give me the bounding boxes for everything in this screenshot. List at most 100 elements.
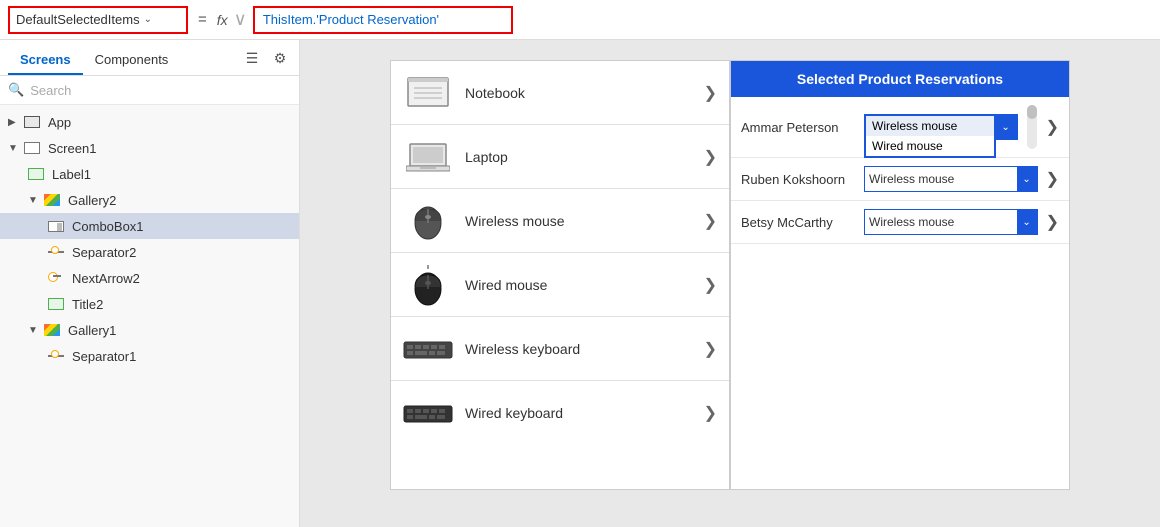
product-name-notebook: Notebook [465,85,692,101]
wireless-mouse-icon [403,201,453,241]
expand-screen1-icon: ▼ [8,143,20,154]
tree-item-screen1-label: Screen1 [48,141,96,156]
formula-value: ThisItem.'Product Reservation' [263,12,439,27]
notebook-icon [403,73,453,113]
fx-icon: fx [217,12,228,28]
combobox-ruben[interactable]: Wireless mouse ⌄ [864,166,1038,192]
formula-bar: fx ∨ ThisItem.'Product Reservation' [217,6,1152,34]
reservation-row-ruben: Ruben Kokshoorn Wireless mouse ⌄ ❯ [731,158,1069,201]
product-item-laptop[interactable]: Laptop ❯ [391,125,729,189]
wired-keyboard-icon [403,393,453,433]
separator2-icon [48,245,64,259]
tree-item-separator1-label: Separator1 [72,349,136,364]
scroll-track [1027,105,1037,149]
reservation-name-ammar: Ammar Peterson [741,120,856,135]
expand-app-icon: ▶ [8,117,20,128]
reservations-panel: Selected Product Reservations Ammar Pete… [730,60,1070,490]
wired-mouse-icon [403,265,453,305]
search-box: 🔍 Search [0,76,299,105]
reservation-row-betsy: Betsy McCarthy Wireless mouse ⌄ ❯ [731,201,1069,244]
tree-item-screen1[interactable]: ▼ Screen1 [0,135,299,161]
combo-betsy-chevron-icon[interactable]: ⌄ [1017,210,1037,234]
canvas-area: Notebook ❯ Laptop ❯ [300,40,1160,527]
tree-item-nextarrow2[interactable]: NextArrow2 [0,265,299,291]
reservations-header: Selected Product Reservations [731,61,1069,97]
tree-item-app[interactable]: ▶ App [0,109,299,135]
wireless-keyboard-arrow-icon: ❯ [704,339,717,359]
product-name-wireless-mouse: Wireless mouse [465,213,692,229]
gallery1-icon [44,324,60,336]
tree-item-separator1[interactable]: Separator1 [0,343,299,369]
reservation-name-betsy: Betsy McCarthy [741,215,856,230]
wired-keyboard-arrow-icon: ❯ [704,403,717,423]
tree-item-combobox1[interactable]: ComboBox1 [0,213,299,239]
ammar-next-arrow-icon[interactable]: ❯ [1046,117,1059,137]
tree-item-nextarrow2-label: NextArrow2 [72,271,140,286]
tree-item-label1[interactable]: Label1 [0,161,299,187]
expand-gallery2-icon: ▼ [28,195,40,206]
betsy-next-arrow-icon[interactable]: ❯ [1046,212,1059,232]
product-item-wireless-mouse[interactable]: Wireless mouse ❯ [391,189,729,253]
label-icon [28,168,44,180]
combo-scroll-indicator [1026,105,1038,149]
combo-expanded-wrapper: Wireless mouse ⌄ Wireless mouse Wired mo… [864,114,1018,140]
reservation-row-ammar: Ammar Peterson Wireless mouse ⌄ Wireless… [731,97,1069,158]
product-item-wired-mouse[interactable]: Wired mouse ❯ [391,253,729,317]
app-icon [24,116,40,128]
wireless-mouse-arrow-icon: ❯ [704,211,717,231]
tree: ▶ App ▼ Screen1 Label1 ▼ Gallery2 [0,105,299,527]
combo-betsy-value: Wireless mouse [869,215,1017,229]
panels-container: Notebook ❯ Laptop ❯ [390,60,1070,490]
product-name-wireless-keyboard: Wireless keyboard [465,341,692,357]
combo-option-wireless-mouse[interactable]: Wireless mouse [866,116,994,136]
tree-item-gallery1-label: Gallery1 [68,323,116,338]
wired-mouse-arrow-icon: ❯ [704,275,717,295]
search-placeholder: Search [30,83,71,98]
tab-components[interactable]: Components [83,46,181,75]
tree-item-separator2[interactable]: Separator2 [0,239,299,265]
grid-view-icon[interactable]: ⚙ [269,48,291,70]
formula-input[interactable]: ThisItem.'Product Reservation' [253,6,513,34]
product-item-wired-keyboard[interactable]: Wired keyboard ❯ [391,381,729,445]
scroll-thumb[interactable] [1027,105,1037,119]
ruben-next-arrow-icon[interactable]: ❯ [1046,169,1059,189]
dropdown-label: DefaultSelectedItems [16,12,140,27]
tree-item-app-label: App [48,115,71,130]
tree-item-gallery2[interactable]: ▼ Gallery2 [0,187,299,213]
tree-item-label1-label: Label1 [52,167,91,182]
combobox-betsy[interactable]: Wireless mouse ⌄ [864,209,1038,235]
title2-icon [48,298,64,310]
expand-gallery1-icon: ▼ [28,325,40,336]
reservation-name-ruben: Ruben Kokshoorn [741,172,856,187]
product-name-laptop: Laptop [465,149,692,165]
product-name-wired-mouse: Wired mouse [465,277,692,293]
main-layout: Screens Components ☰ ⚙ 🔍 Search ▶ App [0,40,1160,527]
equals-sign: = [194,11,211,28]
combo-ruben-chevron-icon[interactable]: ⌄ [1017,167,1037,191]
tree-item-gallery2-label: Gallery2 [68,193,116,208]
tree-view-icon[interactable]: ☰ [241,48,263,70]
combo-ammar-chevron-icon[interactable]: ⌄ [996,116,1016,138]
tree-item-title2[interactable]: Title2 [0,291,299,317]
notebook-arrow-icon: ❯ [704,83,717,103]
search-icon: 🔍 [8,82,24,98]
product-item-notebook[interactable]: Notebook ❯ [391,61,729,125]
tab-screens[interactable]: Screens [8,46,83,75]
combobox-icon [48,221,64,232]
tree-item-title2-label: Title2 [72,297,103,312]
property-dropdown[interactable]: DefaultSelectedItems ⌄ [8,6,188,34]
gallery2-icon [44,194,60,206]
tree-item-separator2-label: Separator2 [72,245,136,260]
laptop-arrow-icon: ❯ [704,147,717,167]
left-panel: Screens Components ☰ ⚙ 🔍 Search ▶ App [0,40,300,527]
tab-icons: ☰ ⚙ [241,48,291,74]
product-item-wireless-keyboard[interactable]: Wireless keyboard ❯ [391,317,729,381]
combo-option-wired-mouse[interactable]: Wired mouse [866,136,994,156]
top-bar: DefaultSelectedItems ⌄ = fx ∨ ThisItem.'… [0,0,1160,40]
combo-ruben-value: Wireless mouse [869,172,1017,186]
tree-item-gallery1[interactable]: ▼ Gallery1 [0,317,299,343]
wireless-keyboard-icon [403,329,453,369]
screen-icon [24,142,40,154]
dropdown-chevron-icon: ⌄ [144,14,180,25]
formula-chevron-icon: ∨ [234,9,247,30]
